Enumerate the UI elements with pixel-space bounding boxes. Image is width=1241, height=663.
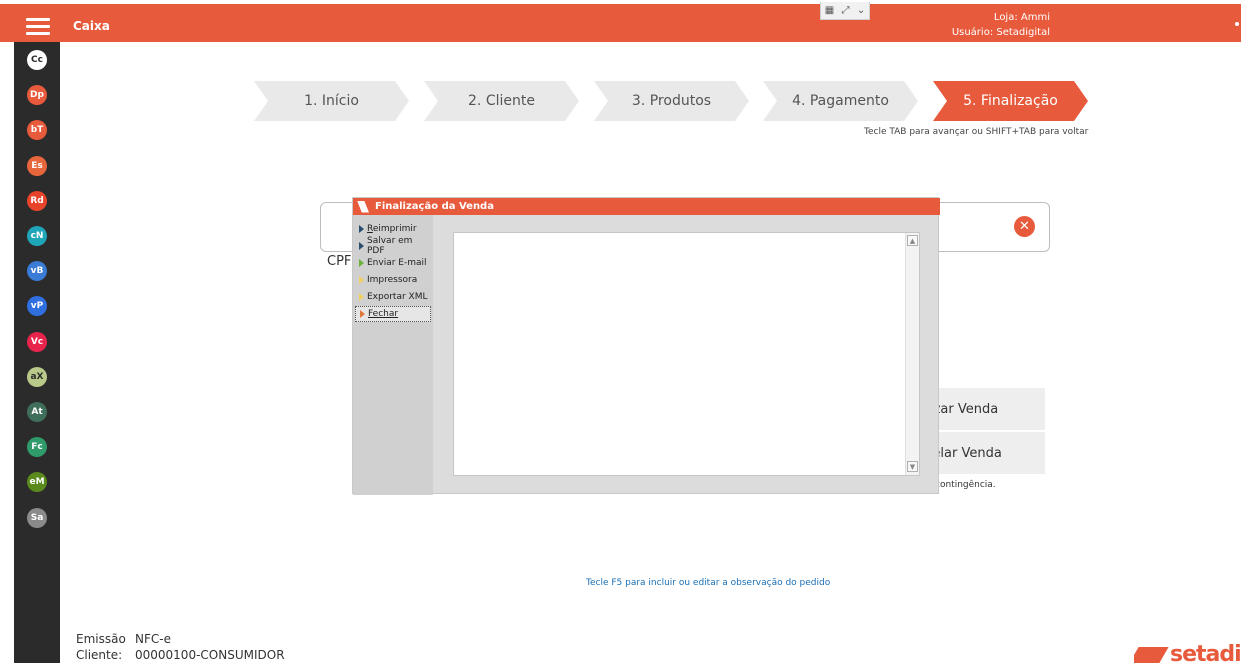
clear-icon[interactable]: ✕ bbox=[1014, 216, 1035, 237]
user-label: Usuário: Setadigital bbox=[951, 27, 1050, 38]
sidebar-item-bt[interactable]: bT bbox=[27, 120, 47, 141]
sidebar-item-vc[interactable]: Vc bbox=[27, 331, 47, 352]
orange-arrow-icon bbox=[360, 310, 365, 318]
store-user-info: Loja: Ammi Usuário: Setadigital bbox=[940, 10, 1050, 40]
step-label: 2. Cliente bbox=[468, 93, 535, 109]
brand-logo: setadigi bbox=[1134, 642, 1241, 663]
step-label: 5. Finalização bbox=[963, 93, 1058, 109]
menu-item-salvar-pdf[interactable]: Salvar em PDF bbox=[355, 236, 431, 256]
app-window: Caixa Loja: Ammi Usuário: Setadigital ▦ … bbox=[0, 0, 1241, 663]
finalizacao-dialog: Finalização da Venda Reimprimir Salvar e… bbox=[352, 197, 940, 495]
preview-scrollbar[interactable]: ▲ ▼ bbox=[905, 233, 919, 475]
top-bar: Caixa Loja: Ammi Usuário: Setadigital bbox=[0, 4, 1241, 42]
sidebar: Cc Dp bT Es Rd cN vB vP Vc aX At Fc eM Sa bbox=[14, 42, 60, 663]
step-label: 1. Início bbox=[304, 93, 359, 109]
menu-item-label: Enviar E-mail bbox=[367, 258, 427, 268]
menu-item-enviar-email[interactable]: Enviar E-mail bbox=[355, 255, 431, 271]
menu-item-exportar-xml[interactable]: Exportar XML bbox=[355, 289, 431, 305]
blue-arrow-icon bbox=[359, 225, 364, 233]
green-arrow-icon bbox=[359, 259, 364, 267]
dialog-title-bar[interactable]: Finalização da Venda bbox=[353, 198, 940, 215]
scroll-down-icon[interactable]: ▼ bbox=[907, 461, 918, 472]
sidebar-item-rd[interactable]: Rd bbox=[27, 190, 47, 211]
menu-item-rest: eimprimir bbox=[372, 224, 417, 234]
step-4[interactable]: 4. Pagamento bbox=[763, 81, 918, 121]
store-label: Loja: Ammi bbox=[993, 12, 1050, 23]
cliente-value: 00000100-CONSUMIDOR bbox=[135, 648, 285, 662]
sidebar-item-cc[interactable]: Cc bbox=[27, 50, 47, 70]
left-edge bbox=[0, 42, 14, 663]
sidebar-item-em[interactable]: eM bbox=[27, 472, 47, 493]
step-2[interactable]: 2. Cliente bbox=[424, 81, 579, 121]
emissao-value: NFC-e bbox=[135, 632, 171, 646]
menu-item-impressora[interactable]: Impressora bbox=[355, 272, 431, 288]
hamburger-menu-icon[interactable] bbox=[26, 18, 50, 36]
sidebar-item-vp[interactable]: vP bbox=[27, 296, 47, 317]
sidebar-item-ax[interactable]: aX bbox=[27, 366, 47, 387]
brand-text: setadigi bbox=[1170, 642, 1241, 663]
dialog-menu: Reimprimir Salvar em PDF Enviar E-mail I… bbox=[353, 215, 433, 495]
cpf-label: CPF bbox=[327, 254, 352, 269]
contingencia-text: contingência. bbox=[935, 480, 996, 490]
step-hint: Tecle TAB para avançar ou SHIFT+TAB para… bbox=[864, 127, 1089, 137]
menu-item-reimprimir[interactable]: Reimprimir bbox=[355, 221, 431, 237]
document-preview[interactable]: ▲ ▼ bbox=[453, 232, 920, 476]
step-1[interactable]: 1. Início bbox=[254, 81, 409, 121]
sidebar-item-cn[interactable]: cN bbox=[27, 226, 47, 246]
keyboard-control[interactable]: ▦ ⤢ ⌄ bbox=[820, 2, 870, 20]
yellow-arrow-icon bbox=[359, 276, 364, 284]
sidebar-item-dp[interactable]: Dp bbox=[27, 85, 47, 106]
app-title: Caixa bbox=[73, 19, 110, 33]
scroll-up-icon[interactable]: ▲ bbox=[907, 235, 918, 246]
step-3[interactable]: 3. Produtos bbox=[594, 81, 749, 121]
sidebar-item-es[interactable]: Es bbox=[27, 155, 47, 176]
step-label: 3. Produtos bbox=[631, 93, 712, 109]
sidebar-item-sa[interactable]: Sa bbox=[27, 507, 47, 528]
step-5[interactable]: 5. Finalização bbox=[933, 81, 1088, 121]
menu-item-label: Exportar XML bbox=[367, 292, 428, 302]
app-logo-icon bbox=[357, 201, 369, 213]
emissao-label: Emissão bbox=[76, 632, 126, 646]
expand-icon[interactable]: ⤢ bbox=[842, 5, 850, 16]
keyboard-grid-icon[interactable]: ▦ bbox=[825, 5, 834, 16]
menu-item-label: Reimprimir bbox=[367, 224, 417, 234]
step-label: 4. Pagamento bbox=[792, 93, 889, 109]
brand-mark-icon bbox=[1134, 647, 1169, 663]
cliente-label: Cliente: bbox=[76, 648, 123, 662]
sidebar-item-vb[interactable]: vB bbox=[27, 261, 47, 282]
sidebar-item-at[interactable]: At bbox=[27, 402, 47, 422]
menu-item-label: Fechar bbox=[368, 309, 399, 319]
blue-arrow-icon bbox=[359, 242, 364, 250]
menu-item-fechar[interactable]: Fechar bbox=[355, 306, 431, 322]
menu-item-label: Impressora bbox=[367, 275, 418, 285]
menu-item-label: Salvar em PDF bbox=[367, 236, 413, 256]
sidebar-item-fc[interactable]: Fc bbox=[27, 437, 47, 458]
chevron-down-icon[interactable]: ⌄ bbox=[857, 5, 865, 16]
dialog-title: Finalização da Venda bbox=[375, 201, 494, 212]
window-edge-dot bbox=[1235, 22, 1239, 26]
f5-hint: Tecle F5 para incluir ou editar a observ… bbox=[586, 578, 831, 588]
yellow-arrow-icon bbox=[359, 293, 364, 301]
